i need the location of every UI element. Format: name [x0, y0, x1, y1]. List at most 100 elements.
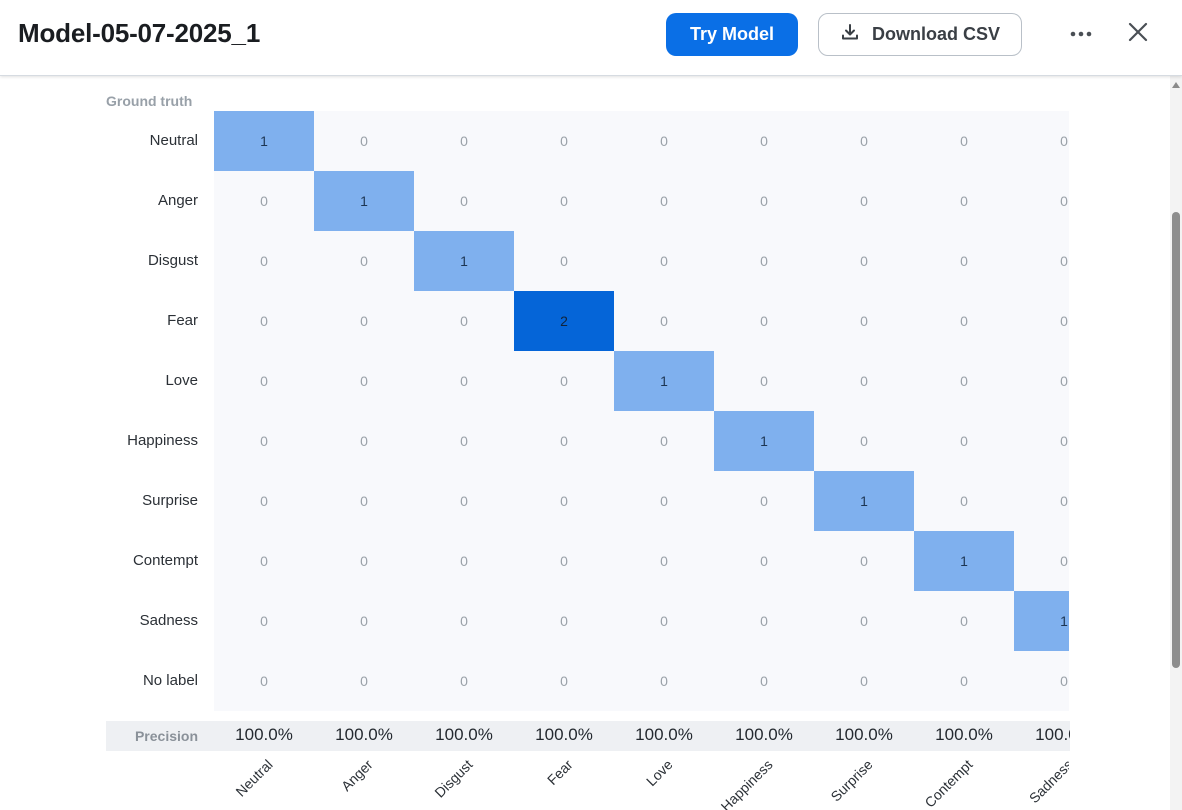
matrix-cell: 0	[460, 553, 468, 569]
matrix-cell: 0	[260, 313, 268, 329]
matrix-cell: 0	[660, 553, 668, 569]
matrix-cell: 0	[1060, 253, 1068, 269]
download-csv-button[interactable]: Download CSV	[818, 13, 1022, 56]
column-label: Fear	[543, 756, 576, 789]
row-label: Sadness	[139, 612, 198, 629]
scrollbar-thumb[interactable]	[1172, 212, 1180, 668]
matrix-cell: 0	[260, 613, 268, 629]
download-csv-label: Download CSV	[871, 24, 1000, 44]
page-title: Model-05-07-2025_1	[18, 18, 261, 48]
more-horizontal-icon	[1069, 25, 1093, 43]
column-label: Sadness	[1025, 756, 1069, 807]
precision-value: 100.0%	[435, 725, 493, 744]
matrix-cell: 0	[660, 673, 668, 689]
matrix-cell: 1	[214, 111, 314, 171]
row-label: Fear	[167, 312, 198, 329]
matrix-cell: 0	[760, 373, 768, 389]
vertical-scrollbar[interactable]	[1170, 76, 1182, 810]
matrix-cell: 0	[360, 493, 368, 509]
matrix-cell: 0	[260, 433, 268, 449]
matrix-cell: 0	[760, 553, 768, 569]
matrix-cell: 0	[760, 133, 768, 149]
confusion-matrix-panel: Ground truth Neutral Anger Disgust Fear Love…	[0, 76, 1170, 810]
matrix-cell: 0	[360, 433, 368, 449]
row-label: Surprise	[142, 492, 198, 509]
matrix-cell: 0	[760, 613, 768, 629]
matrix-cell: 0	[1060, 433, 1068, 449]
matrix-cell: 0	[560, 433, 568, 449]
matrix-cell: 0	[460, 193, 468, 209]
column-label: Anger	[337, 756, 376, 795]
matrix-cell: 0	[460, 493, 468, 509]
column-label: Neutral	[232, 756, 276, 800]
try-model-button[interactable]: Try Model	[666, 13, 798, 56]
confusion-matrix: 1 0 0 0 0 0 0 0 0 0 1 0 0 0 0 0 0 0 0 0 1 0 0 0 0 0 0 0 0 0 2 0 0 0 0 0 0 0 0 0…	[214, 111, 1069, 711]
precision-value: 100.0%	[935, 725, 993, 744]
matrix-cell: 0	[660, 313, 668, 329]
matrix-cell: 0	[860, 313, 868, 329]
close-button[interactable]	[1124, 20, 1152, 48]
precision-value: 100.0%	[535, 725, 593, 744]
matrix-cell: 0	[1060, 553, 1068, 569]
column-label: Happiness	[717, 756, 776, 810]
row-label: No label	[142, 672, 198, 689]
row-label: Anger	[157, 192, 198, 209]
matrix-cell: 0	[960, 433, 968, 449]
matrix-cell: 0	[560, 253, 568, 269]
matrix-cell: 0	[560, 673, 568, 689]
column-labels: Neutral Anger Disgust Fear Love Happiness Surp…	[214, 756, 1069, 810]
matrix-cell: 0	[360, 553, 368, 569]
matrix-cell: 0	[960, 373, 968, 389]
matrix-cell: 0	[760, 493, 768, 509]
matrix-cell: 1	[314, 171, 414, 231]
close-icon	[1128, 22, 1148, 47]
matrix-cell: 0	[860, 133, 868, 149]
precision-value: 100.0%	[835, 725, 893, 744]
row-label: Disgust	[147, 252, 198, 269]
matrix-cell: 0	[960, 613, 968, 629]
matrix-cell: 0	[660, 193, 668, 209]
more-options-button[interactable]	[1064, 22, 1098, 46]
matrix-cell: 0	[1060, 133, 1068, 149]
matrix-cell: 0	[660, 433, 668, 449]
matrix-cell: 0	[260, 553, 268, 569]
matrix-cell: 2	[514, 291, 614, 351]
matrix-cell: 0	[860, 613, 868, 629]
matrix-cell: 0	[960, 133, 968, 149]
precision-value: 100.0%	[1035, 725, 1070, 744]
matrix-cell: 0	[360, 613, 368, 629]
matrix-cell: 0	[1060, 193, 1068, 209]
matrix-cell: 0	[260, 193, 268, 209]
precision-label: Precision	[134, 728, 198, 744]
matrix-cell: 0	[660, 493, 668, 509]
column-label: Disgust	[431, 756, 476, 801]
matrix-cell: 0	[460, 673, 468, 689]
matrix-cell: 0	[360, 133, 368, 149]
matrix-cell: 1	[414, 231, 514, 291]
matrix-cell: 1	[714, 411, 814, 471]
download-icon	[840, 22, 860, 47]
matrix-cell: 0	[560, 553, 568, 569]
matrix-cell: 1	[814, 471, 914, 531]
matrix-cell: 0	[960, 253, 968, 269]
matrix-cell: 0	[960, 673, 968, 689]
precision-value: 100.0%	[235, 725, 293, 744]
scroll-up-arrow-icon[interactable]	[1172, 82, 1180, 88]
row-label: Neutral	[149, 132, 198, 149]
matrix-cell: 0	[560, 373, 568, 389]
precision-row: 100.0% 100.0% 100.0% 100.0% 100.0% 100.0% 100.…	[106, 721, 1070, 751]
matrix-cell: 0	[560, 133, 568, 149]
matrix-cell: 0	[360, 673, 368, 689]
header-bar: Model-05-07-2025_1 Try Model Download CS…	[0, 0, 1182, 76]
column-label: Love	[642, 756, 676, 790]
matrix-cell: 0	[460, 613, 468, 629]
matrix-cell: 0	[560, 493, 568, 509]
matrix-cell: 0	[260, 673, 268, 689]
matrix-cell: 0	[760, 673, 768, 689]
column-label: Surprise	[827, 756, 876, 805]
matrix-cell: 0	[960, 313, 968, 329]
matrix-cell: 0	[260, 373, 268, 389]
matrix-cell: 0	[760, 313, 768, 329]
matrix-cell: 0	[660, 253, 668, 269]
matrix-cell: 0	[1060, 673, 1068, 689]
